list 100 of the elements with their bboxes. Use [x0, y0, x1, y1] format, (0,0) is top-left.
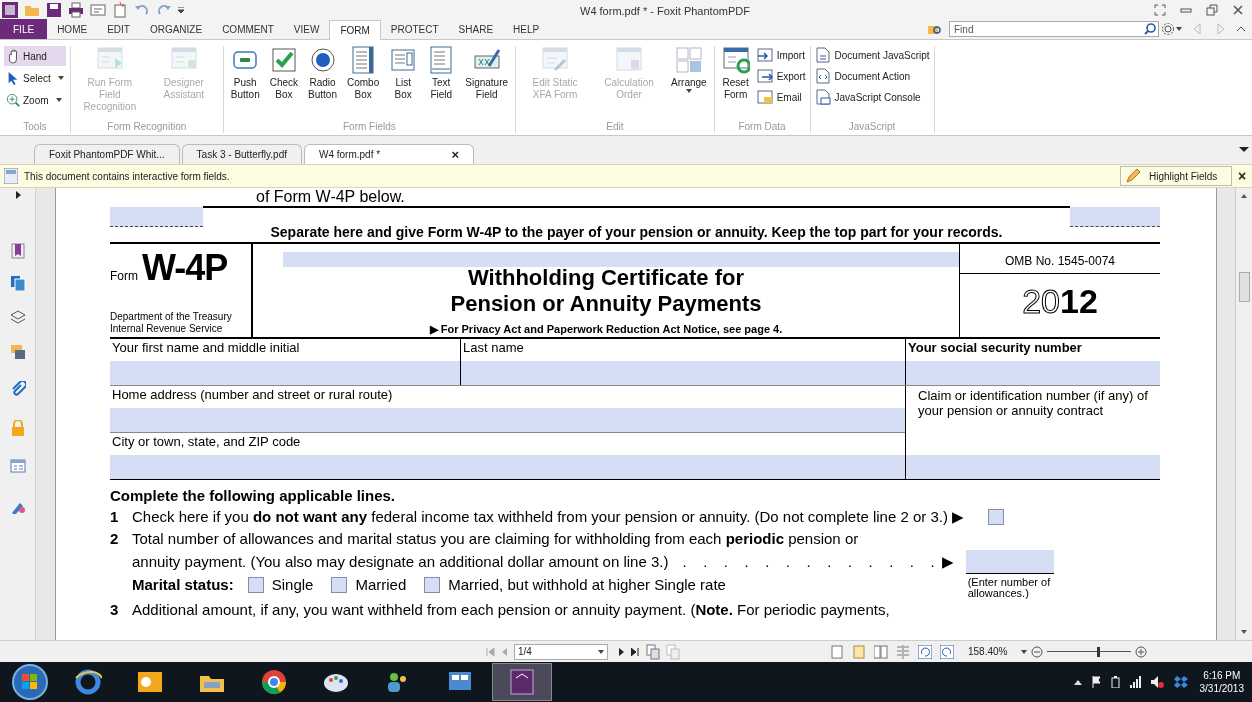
- new-document-icon[interactable]: [112, 2, 128, 18]
- tool-button[interactable]: Zoom: [4, 90, 66, 110]
- ribbon-tab[interactable]: ORGANIZE: [139, 19, 213, 39]
- script-document-icon: [814, 47, 831, 63]
- document-tab[interactable]: Foxit PhantomPDF Whit...: [34, 144, 180, 164]
- form-field[interactable]: [1070, 207, 1160, 227]
- checkbox[interactable]: [988, 509, 1005, 525]
- omb-number: OMB No. 1545-0074: [960, 244, 1160, 274]
- layers-icon[interactable]: [9, 309, 26, 325]
- facing-pages-icon[interactable]: [874, 644, 888, 659]
- rotate-left-icon[interactable]: [918, 644, 932, 659]
- ribbon-tab[interactable]: HELP: [503, 19, 550, 39]
- customize-caret-icon[interactable]: [178, 6, 184, 14]
- ribbon-button[interactable]: Check Box: [266, 46, 302, 101]
- next-page-icon[interactable]: [618, 647, 625, 656]
- tool-button[interactable]: Hand: [4, 46, 66, 66]
- form-fields-icon[interactable]: [9, 458, 26, 474]
- form-field[interactable]: [906, 455, 1160, 479]
- scroll-down-icon[interactable]: [1241, 630, 1247, 634]
- ribbon-button[interactable]: List Box: [386, 46, 421, 101]
- ribbon-small-button[interactable]: Import: [756, 46, 806, 64]
- battery-icon[interactable]: [1110, 676, 1120, 688]
- zoom-out-icon[interactable]: [1031, 645, 1044, 658]
- radio-button-icon: [308, 46, 337, 74]
- slider-thumb[interactable]: [1096, 646, 1100, 657]
- speaker-icon[interactable]: [1150, 676, 1164, 688]
- zoom-slider[interactable]: [1047, 646, 1132, 657]
- ribbon-button[interactable]: Reset Form: [718, 46, 753, 101]
- form-field[interactable]: [110, 361, 460, 385]
- signal-icon[interactable]: [1129, 676, 1141, 688]
- ribbon-button[interactable]: Signature Field: [462, 46, 512, 101]
- document-tab[interactable]: Task 3 - Butterfly.pdf: [181, 144, 302, 164]
- start-button[interactable]: [12, 664, 48, 700]
- app-logo-icon: [2, 2, 18, 18]
- form-field[interactable]: [110, 207, 203, 227]
- tab-list-caret-icon[interactable]: [1239, 147, 1249, 152]
- ribbon-button[interactable]: Radio Button: [305, 46, 340, 101]
- checkbox[interactable]: [424, 577, 441, 593]
- ribbon-tab[interactable]: SHARE: [448, 19, 504, 39]
- collapse-ribbon-icon[interactable]: [1236, 24, 1246, 34]
- form-field[interactable]: [110, 408, 905, 432]
- pages-view-icon[interactable]: [646, 643, 660, 660]
- checkbox[interactable]: [331, 577, 348, 593]
- form-field[interactable]: [965, 550, 1054, 574]
- flag-icon[interactable]: [1091, 676, 1101, 688]
- close-button[interactable]: ×: [1232, 165, 1252, 187]
- save-icon[interactable]: [46, 2, 62, 18]
- page-number-field[interactable]: 1/4: [514, 643, 608, 660]
- form-field[interactable]: [461, 361, 905, 385]
- restore-icon[interactable]: [1206, 4, 1218, 16]
- ribbon-small-button[interactable]: Document JavaScript: [814, 46, 930, 64]
- ribbon-small-button[interactable]: JavaScript Console: [814, 88, 930, 106]
- form-field[interactable]: [906, 361, 1160, 385]
- sync-icon[interactable]: [1173, 675, 1188, 689]
- scrollbar-thumb[interactable]: [1238, 272, 1250, 302]
- ribbon-button[interactable]: Push Button: [227, 46, 263, 101]
- ribbon-tab[interactable]: EDIT: [97, 19, 140, 39]
- scrollbar[interactable]: [1235, 188, 1252, 640]
- zoom-icon: [6, 92, 20, 108]
- zoom-in-icon[interactable]: [1135, 645, 1148, 658]
- ribbon-button[interactable]: Combo Box: [344, 46, 383, 101]
- clock[interactable]: 6:16 PM 3/31/2013: [1199, 669, 1244, 695]
- checkbox[interactable]: [247, 577, 264, 593]
- pages-icon[interactable]: [9, 275, 26, 291]
- last-page-icon[interactable]: [631, 647, 640, 656]
- tax-year: 2012: [1021, 281, 1099, 322]
- document-tab[interactable]: W4 form.pdf * ×: [304, 144, 474, 164]
- ribbon-button[interactable]: Arrange: [668, 46, 710, 93]
- settings-icon[interactable]: [1162, 23, 1174, 35]
- search-field[interactable]: Find: [949, 21, 1159, 37]
- close-tab-icon[interactable]: ×: [451, 144, 459, 165]
- ribbon-small-button[interactable]: Document Action: [814, 67, 930, 85]
- rotate-right-icon[interactable]: [940, 644, 954, 659]
- ribbon-tab[interactable]: PROTECT: [380, 19, 449, 39]
- ribbon-small-button[interactable]: Export: [756, 67, 806, 85]
- fullscreen-icon[interactable]: [1154, 4, 1166, 16]
- ribbon-tab[interactable]: FILE: [0, 19, 48, 39]
- ribbon-small-button[interactable]: Email: [756, 88, 806, 106]
- highlight-fields-button[interactable]: Highlight Fields: [1120, 166, 1232, 186]
- ribbon-button[interactable]: Text Field: [424, 46, 459, 101]
- tool-button[interactable]: Select: [4, 68, 66, 88]
- form-label: Form: [110, 268, 138, 285]
- scroll-up-icon[interactable]: [1241, 194, 1247, 198]
- form-field[interactable]: [283, 252, 959, 267]
- ribbon-tab[interactable]: FORM: [329, 20, 381, 40]
- printer-icon[interactable]: [68, 2, 84, 18]
- field-label: Last name: [462, 339, 525, 357]
- edit-form-icon: [541, 46, 570, 74]
- close-icon[interactable]: [1232, 4, 1244, 16]
- bookmark-icon[interactable]: [9, 243, 26, 259]
- chrome-icon: [260, 668, 288, 696]
- ribbon-tab[interactable]: HOME: [47, 19, 98, 39]
- ribbon-tab[interactable]: VIEW: [283, 19, 330, 39]
- field-label: City or town, state, and ZIP code: [111, 433, 302, 451]
- form-field[interactable]: [110, 455, 905, 479]
- show-hidden-icon[interactable]: [1073, 679, 1082, 685]
- privacy-notice: ▶ For Privacy Act and Paperwork Reduction Act Notice, see page 4.: [429, 321, 783, 337]
- expand-panel-icon[interactable]: [13, 190, 22, 200]
- ribbon-tab[interactable]: COMMENT: [212, 19, 284, 39]
- comments-icon[interactable]: [9, 344, 26, 360]
